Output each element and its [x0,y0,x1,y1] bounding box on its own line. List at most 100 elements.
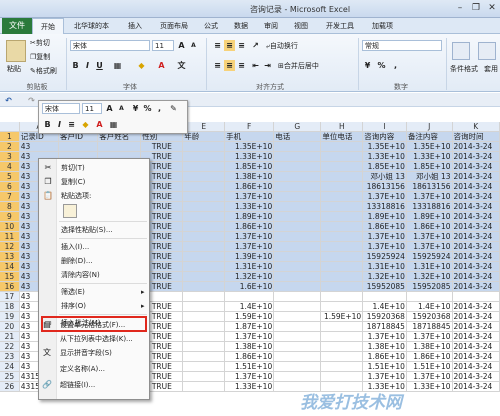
table-cell[interactable]: 1.6E+10 [224,281,275,292]
font-color-icon[interactable]: A [156,60,167,71]
table-cell[interactable]: 15920368 [406,311,453,322]
table-cell[interactable] [97,141,142,152]
header-cell[interactable]: 咨询时间 [452,131,500,142]
phonetic-icon[interactable]: 文 [176,60,187,71]
table-cell[interactable]: 1.35E+10 [406,141,453,152]
col-header[interactable]: J [406,122,453,132]
col-header[interactable]: F [224,122,275,132]
table-cell[interactable] [273,221,322,232]
table-cell[interactable]: 1.37E+10 [224,231,275,242]
table-cell[interactable] [182,361,226,372]
undo-icon[interactable]: ↶ [3,95,14,106]
table-cell[interactable]: 1.37E+10 [406,371,453,382]
merge-center-button[interactable]: ⊞合并后居中 [278,61,319,71]
header-cell[interactable]: 单位电话 [320,131,364,142]
copy-button[interactable]: ❐复制 [30,52,50,62]
percent-icon[interactable]: % [376,60,387,71]
table-cell[interactable] [320,291,364,302]
table-cell[interactable] [273,291,322,302]
table-cell[interactable] [273,231,322,242]
paste-option-icon[interactable] [63,204,77,218]
col-header[interactable]: K [452,122,500,132]
align-left-icon[interactable]: ≡ [212,60,223,71]
menu-item-clear[interactable]: 清除内容(N) [39,268,149,282]
bold-button[interactable]: B [70,60,81,71]
row-header[interactable]: 25 [0,371,20,382]
table-cell[interactable] [58,141,99,152]
table-cell[interactable] [273,251,322,262]
menu-item-sort[interactable]: 排序(O) ▸ [39,299,149,313]
row-header[interactable]: 11 [0,231,20,242]
table-cell[interactable]: 2014-3-24 [452,301,500,312]
row-header[interactable]: 8 [0,201,20,212]
table-cell[interactable]: 2014-3-24 [452,271,500,282]
col-header[interactable]: E [182,122,226,132]
table-cell[interactable]: 18718845 [362,321,407,332]
menu-item-delete[interactable]: 删除(D)... [39,254,149,268]
mini-percent-icon[interactable]: % [142,103,153,114]
font-name-dropdown[interactable]: 宋体 [70,40,150,51]
table-cell[interactable]: 15920368 [362,311,407,322]
table-cell[interactable] [273,281,322,292]
align-top-icon[interactable]: ≡ [212,40,223,51]
table-cell[interactable]: 1.85E+10 [224,161,275,172]
table-cell[interactable]: 2014-3-24 [452,371,500,382]
table-cell[interactable]: 1.86E+10 [406,351,453,362]
row-header[interactable]: 6 [0,181,20,192]
mini-size-dropdown[interactable]: 11 [82,103,102,114]
table-cell[interactable]: 1.37E+10 [406,241,453,252]
table-cell[interactable] [224,291,275,302]
underline-button[interactable]: U [94,60,105,71]
tab-custom[interactable]: 北华球的本 [74,19,109,33]
table-cell[interactable] [273,211,322,222]
format-painter-button[interactable]: ✎格式刷 [30,66,57,76]
table-cell[interactable]: 2014-3-24 [452,221,500,232]
header-cell[interactable]: 年龄 [182,131,226,142]
table-cell[interactable] [273,261,322,272]
table-cell[interactable] [320,231,364,242]
table-cell[interactable]: 1.37E+10 [362,231,407,242]
table-cell[interactable]: 2014-3-24 [452,361,500,372]
row-header[interactable]: 17 [0,291,20,302]
row-header[interactable]: 20 [0,321,20,332]
mini-grow-font-icon[interactable]: A [104,103,115,114]
shrink-font-icon[interactable]: A [188,40,199,51]
row-header[interactable]: 10 [0,221,20,232]
table-cell[interactable]: 2014-3-24 [452,251,500,262]
table-cell[interactable]: 1.32E+10 [406,271,453,282]
table-cell[interactable]: 1.51E+10 [224,361,275,372]
table-cell[interactable] [182,331,226,342]
table-cell[interactable]: 1.89E+10 [406,211,453,222]
paste-icon[interactable] [6,40,26,62]
italic-button[interactable]: I [82,60,93,71]
mini-shrink-font-icon[interactable]: A [116,103,127,114]
table-cell[interactable] [273,311,322,322]
table-cell[interactable] [320,331,364,342]
table-cell[interactable] [273,171,322,182]
border-icon[interactable]: ▦ [112,60,123,71]
mini-fill-icon[interactable]: ◆ [80,119,91,130]
table-cell[interactable]: 2014-3-24 [452,351,500,362]
tab-view[interactable]: 视图 [294,19,308,33]
table-cell[interactable] [320,201,364,212]
table-cell[interactable]: 1.33E+10 [406,151,453,162]
row-header[interactable]: 22 [0,341,20,352]
table-cell[interactable]: 2014-3-24 [452,241,500,252]
table-cell[interactable] [182,291,226,302]
tab-page-layout[interactable]: 页面布局 [160,19,188,33]
mini-font-dropdown[interactable]: 宋体 [42,103,80,114]
row-header[interactable]: 2 [0,141,20,152]
table-cell[interactable]: 2014-3-24 [452,321,500,332]
menu-item-insert[interactable]: 插入(I)... [39,240,149,254]
indent-icon[interactable]: ⇤ [250,60,261,71]
row-header[interactable]: 5 [0,171,20,182]
table-cell[interactable]: 13318816 [362,201,407,212]
table-cell[interactable] [320,141,364,152]
table-cell[interactable]: 1.85E+10 [362,161,407,172]
tab-review[interactable]: 审阅 [264,19,278,33]
table-cell[interactable] [182,171,226,182]
align-middle-icon[interactable]: ≡ [224,40,235,51]
table-cell[interactable] [273,151,322,162]
menu-item-copy[interactable]: ❐ 复制(C) [39,175,149,189]
table-cell[interactable]: 1.38E+10 [224,341,275,352]
